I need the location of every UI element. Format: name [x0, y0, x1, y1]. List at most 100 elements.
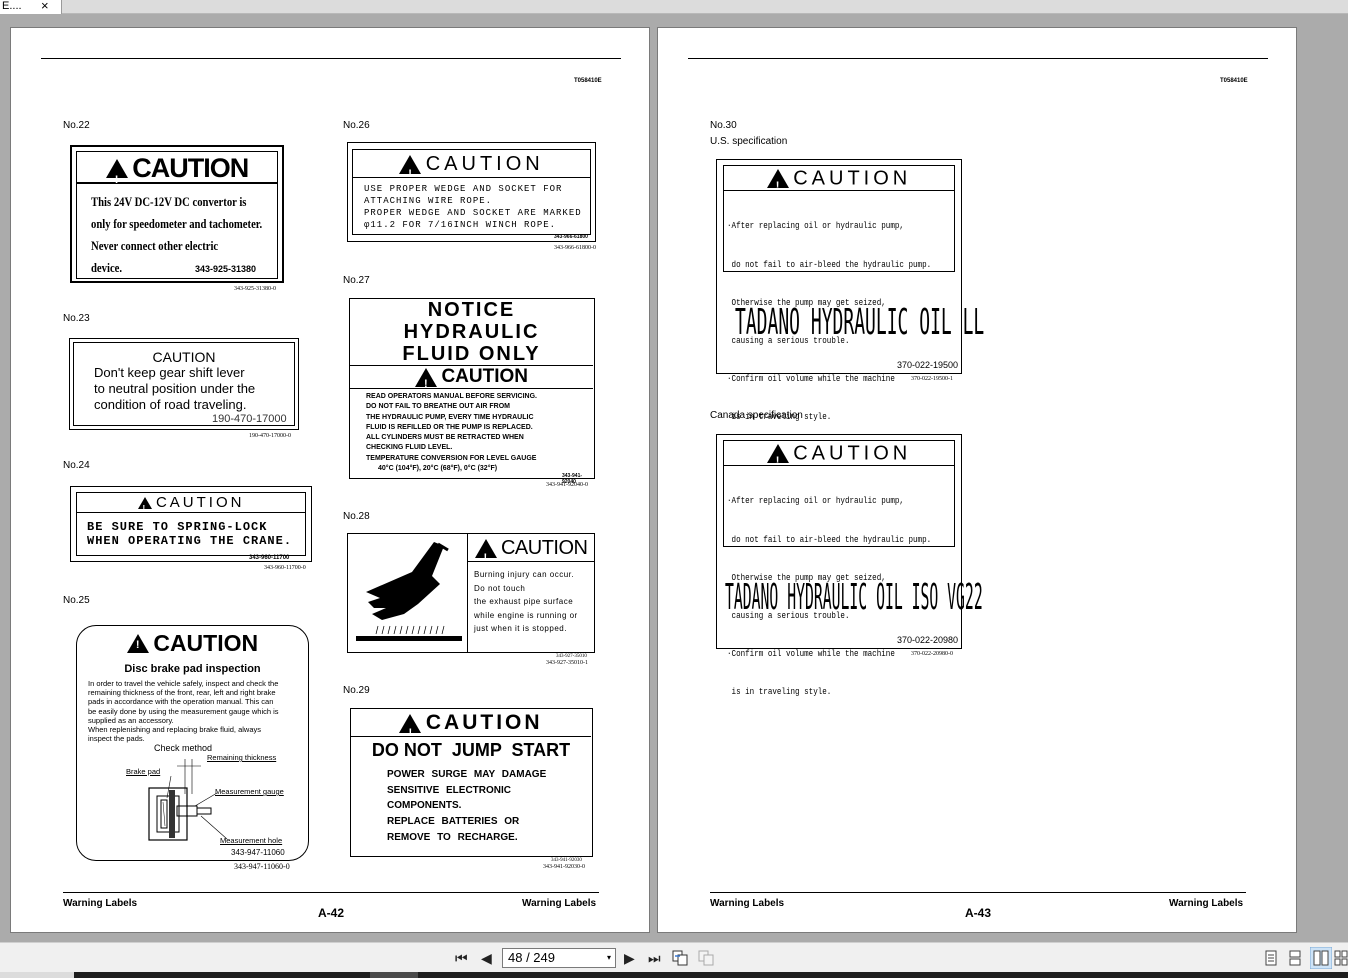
warning-triangle-icon — [766, 169, 789, 199]
label-text-line: do not fail to air-bleed the hydraulic p… — [727, 534, 932, 545]
part-number: 343-925-31380 — [195, 264, 257, 274]
label-text-line: Do not touch — [474, 583, 526, 593]
part-number: 370-022-20980 — [897, 635, 959, 645]
label-text-line: ATTACHING WIRE ROPE. — [364, 196, 493, 206]
footer-rule — [710, 892, 1246, 893]
caution-heading: CAUTION — [425, 711, 543, 734]
part-number: 343-960-11700 — [249, 555, 290, 561]
label-text-line: READ OPERATORS MANUAL BEFORE SERVICING. — [366, 393, 538, 400]
doc-id: T058410E — [574, 78, 602, 84]
label-number: No.26 — [343, 120, 370, 131]
part-number: 343-966-61800 — [554, 234, 588, 240]
label-text-line: ·After replacing oil or hydraulic pump, — [727, 496, 904, 507]
page-number: A-42 — [318, 906, 345, 920]
label-text-line: POWER SURGE MAY DAMAGE — [387, 769, 547, 780]
label-text-line: This 24V DC-12V DC convertor is — [91, 194, 247, 209]
hot-surface-hand-icon — [356, 542, 462, 641]
page-display: 48 / 249 — [508, 950, 555, 965]
document-viewer[interactable]: T058410E No.22 CAUTION This 24V DC-12V D… — [0, 14, 1348, 942]
caution-heading: CAUTION — [425, 153, 544, 175]
move-pages-icon[interactable] — [698, 950, 716, 966]
page-number-input[interactable]: 48 / 249 ▾ — [502, 948, 616, 968]
label-number: No.30 — [710, 120, 737, 131]
label-text-line: Never connect other electric — [91, 238, 219, 253]
caution-label-30-canada: CAUTION ·After replacing oil or hydrauli… — [716, 434, 983, 697]
label-text-line: WHEN OPERATING THE CRANE. — [87, 534, 293, 548]
warning-triangle-icon — [474, 538, 497, 572]
label-number: No.23 — [63, 313, 90, 324]
oil-name: TADANO HYDRAULIC OIL ISO VG22 — [725, 577, 983, 618]
caution-heading: CAUTION — [153, 630, 259, 656]
ref-number: 370-022-20980-0 — [911, 651, 953, 657]
label-text-line: ·Confirm oil volume while the machine — [727, 648, 895, 659]
warning-triangle-icon — [137, 497, 152, 519]
scrollbar-thumb[interactable] — [370, 972, 418, 978]
callout-brake-pad: Brake pad — [126, 767, 161, 776]
horizontal-scrollbar[interactable] — [0, 972, 1348, 978]
single-page-view-icon[interactable] — [1264, 950, 1278, 966]
caution-label-30-us: CAUTION ·After replacing oil or hydrauli… — [716, 159, 984, 422]
label-text-line: 40°C (104°F), 20°C (68°F), 0°C (32°F) — [378, 465, 498, 473]
label-title: DO NOT JUMP START — [371, 740, 571, 760]
label-text-line: remaining thickness of the front, rear, … — [88, 688, 276, 698]
ref-number: 343-941-92040-0 — [546, 482, 588, 488]
last-page-icon[interactable]: ⏭ — [648, 950, 661, 966]
label-text-line: DO NOT FAIL TO BREATHE OUT AIR FROM — [366, 403, 511, 411]
label-text-line: ALL CYLINDERS MUST BE RETRACTED WHEN — [366, 434, 524, 442]
label-text-line: CHECKING FLUID LEVEL. — [366, 444, 453, 452]
next-page-icon[interactable]: ▶ — [624, 950, 635, 966]
label-text-line: PROPER WEDGE AND SOCKET ARE MARKED — [364, 208, 582, 218]
label-text-line: be easily done by using the measurement … — [88, 706, 279, 716]
continuous-view-icon[interactable] — [1288, 950, 1302, 966]
label-text-line: REPLACE BATTERIES OR — [387, 816, 520, 828]
label-text-line: just when it is stopped. — [474, 624, 567, 633]
footer-rule — [63, 892, 599, 893]
label-text-line: TEMPERATURE CONVERSION FOR LEVEL GAUGE — [366, 454, 537, 462]
label-text-line: In order to travel the vehicle safely, i… — [88, 679, 279, 688]
caution-label-26: CAUTION USE PROPER WEDGE AND SOCKET FOR … — [347, 142, 596, 242]
footer-right: Warning Labels — [1169, 898, 1244, 909]
notice-label-27: NOTICE HYDRAULIC FLUID ONLY CAUTION READ… — [349, 298, 595, 485]
header-rule — [688, 58, 1268, 59]
previous-page-icon[interactable]: ◀ — [481, 950, 492, 966]
caution-heading: CAUTION — [793, 442, 912, 465]
ref-number: 343-927-35010-1 — [546, 660, 588, 666]
label-text-line: φ11.2 FOR 7/16INCH WINCH ROPE. — [364, 220, 557, 230]
callout-hole: Measurement hole — [220, 836, 283, 845]
notice-line: NOTICE — [427, 299, 516, 321]
label-text-line: BE SURE TO SPRING-LOCK — [87, 520, 268, 534]
ref-number: 343-947-11060-0 — [234, 862, 290, 871]
first-page-icon[interactable]: ⏮ — [455, 950, 468, 966]
caution-label-23: CAUTION Don't keep gear shift lever to n… — [69, 338, 299, 430]
warning-triangle-icon — [414, 367, 437, 395]
label-text-line: while engine is running or — [474, 610, 578, 620]
caution-label-29: CAUTION DO NOT JUMP START POWER SURGE MA… — [350, 708, 593, 857]
label-text-line: ·Confirm oil volume while the machine — [727, 373, 895, 384]
label-text-line: FLUID IS REFILLED OR THE PUMP IS REPLACE… — [366, 423, 533, 431]
label-number: No.24 — [63, 460, 90, 471]
spec-title-us: U.S. specification — [710, 136, 788, 147]
ref-number: 343-941-92030-0 — [543, 864, 585, 870]
chevron-down-icon[interactable]: ▾ — [607, 949, 611, 967]
check-method-title: Check method — [154, 743, 213, 753]
two-page-view-icon[interactable] — [1310, 947, 1332, 969]
caution-heading: CAUTION — [155, 494, 245, 511]
label-text-line: ·After replacing oil or hydraulic pump, — [727, 221, 904, 232]
label-text-line: Burning injury can occur. — [474, 570, 575, 579]
close-icon[interactable]: × — [41, 0, 49, 12]
label-text-line: do not fail to air-bleed the hydraulic p… — [727, 259, 932, 270]
ref-number: 343-966-61800-0 — [554, 245, 596, 251]
warning-triangle-icon — [766, 444, 789, 474]
part-number: 343-927-35010 — [556, 654, 587, 659]
document-tab[interactable]: E.... × — [0, 0, 62, 14]
warning-triangle-icon — [399, 154, 422, 188]
warning-triangle-icon — [126, 634, 149, 653]
label-text-line: condition of road traveling. — [94, 397, 247, 412]
label-text-line: Don't keep gear shift lever — [94, 365, 245, 380]
label-text-line: THE HYDRAULIC PUMP, EVERY TIME HYDRAULIC — [366, 413, 534, 421]
doc-id: T058410E — [1220, 78, 1248, 84]
two-page-continuous-icon[interactable] — [1334, 950, 1348, 966]
copy-pages-icon[interactable] — [672, 950, 690, 966]
ref-number: 343-960-11700-0 — [264, 565, 306, 571]
label-text-line: USE PROPER WEDGE AND SOCKET FOR — [364, 184, 563, 194]
